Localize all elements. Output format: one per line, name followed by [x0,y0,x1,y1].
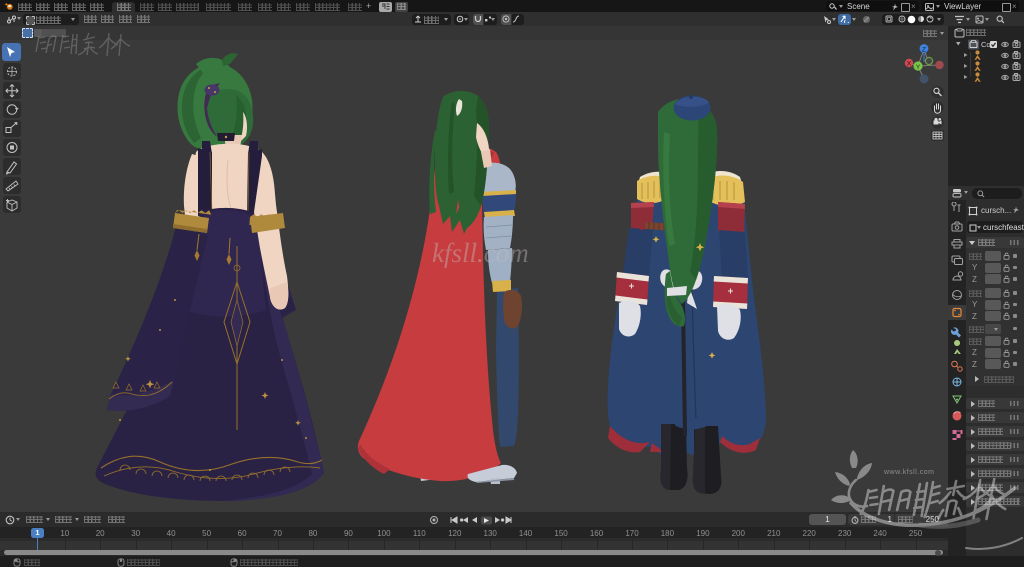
svg-text:www.kfsll.com: www.kfsll.com [883,469,934,476]
svg-text:X: X [907,61,912,68]
svg-text:Z: Z [922,46,926,53]
svg-text:Y: Y [916,64,921,71]
